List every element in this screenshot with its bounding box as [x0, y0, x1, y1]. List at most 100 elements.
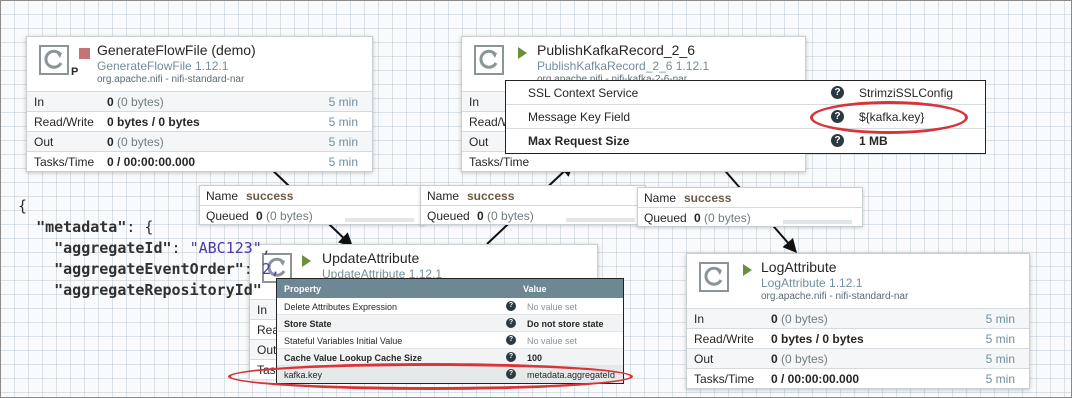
queued-label: Queued	[206, 209, 249, 223]
property-value: StrimziSSLConfig	[859, 86, 954, 100]
stat-value: 0 / 00:00:00.000	[771, 372, 860, 386]
stat-label: In	[257, 303, 268, 317]
processor-icon	[474, 45, 504, 75]
queued-value: 0 (0 bytes)	[694, 211, 751, 225]
property-value: No value set	[527, 302, 578, 312]
stat-value: 0 / 00:00:00.000	[107, 155, 196, 169]
property-value: metadata.aggregateId	[527, 370, 616, 380]
column-header-property: Property	[284, 284, 322, 294]
connection-queued-row: Queued 0 (0 bytes)	[421, 205, 645, 224]
column-header-value: Value	[523, 284, 547, 294]
property-name: Delete Attributes Expression	[284, 302, 398, 312]
property-row-ssl-context-service[interactable]: SSL Context Service ? StrimziSSLConfig	[506, 81, 985, 105]
properties-table-header: Property Value	[277, 279, 623, 298]
processor-name: LogAttribute	[761, 259, 837, 275]
stat-label: Read/Write	[694, 332, 754, 346]
connection-name-row: Name success	[421, 186, 645, 205]
property-row-cache-value-lookup-cache-size[interactable]: Cache Value Lookup Cache Size ? 100	[277, 349, 623, 366]
connection-label-update-to-publish[interactable]: Name success Queued 0 (0 bytes)	[420, 185, 646, 225]
stat-row-out: Out 0 (0 bytes) 5 min	[27, 131, 372, 151]
processor-header: LogAttribute LogAttribute 1.12.1 org.apa…	[687, 254, 1029, 308]
stat-row-tasks-time: Tasks/Time	[462, 151, 805, 171]
stat-label: In	[694, 312, 705, 326]
stat-value: 0 (0 bytes)	[107, 135, 164, 149]
property-row-store-state[interactable]: Store State ? Do not store state	[277, 315, 623, 332]
help-icon[interactable]: ?	[831, 134, 844, 147]
json-key: "aggregateRepositoryId"	[54, 281, 262, 299]
stat-row-tasks-time: Tasks/Time 0 / 00:00:00.000 5 min	[27, 151, 372, 171]
property-name: kafka.key	[284, 370, 323, 380]
property-row-message-key-field[interactable]: Message Key Field ? ${kafka.key}	[506, 105, 985, 129]
property-row-delete-attributes-expression[interactable]: Delete Attributes Expression ? No value …	[277, 298, 623, 315]
processor-logattribute[interactable]: LogAttribute LogAttribute 1.12.1 org.apa…	[686, 253, 1030, 389]
property-value: Do not store state	[527, 319, 604, 329]
publish-properties-panel: SSL Context Service ? StrimziSSLConfig M…	[505, 80, 986, 154]
help-icon[interactable]: ?	[506, 301, 516, 311]
connection-name-label: Name	[644, 191, 677, 205]
updateattribute-properties-table: Property Value Delete Attributes Express…	[276, 278, 624, 384]
stat-label: Out	[257, 343, 277, 357]
help-icon[interactable]: ?	[831, 110, 844, 123]
stat-time: 5 min	[985, 352, 1015, 366]
queue-fill-bar	[783, 220, 852, 224]
connection-name-row: Name success	[200, 186, 424, 205]
processor-type: PublishKafkaRecord_2_6 1.12.1	[537, 59, 710, 73]
stat-time: 5 min	[328, 135, 358, 149]
queued-label: Queued	[644, 211, 687, 225]
help-icon[interactable]: ?	[506, 318, 516, 328]
json-metadata-key: "metadata"	[36, 218, 127, 236]
processor-bundle: org.apache.nifi - nifi-standard-nar	[761, 291, 909, 302]
stopped-icon	[79, 48, 90, 59]
property-name: Store State	[284, 319, 332, 329]
connection-name-row: Name success	[638, 188, 862, 207]
stat-row-read-write: Read/Write 0 bytes / 0 bytes 5 min	[27, 111, 372, 131]
queued-label: Queued	[427, 209, 470, 223]
help-icon[interactable]: ?	[506, 369, 516, 379]
property-name: Message Key Field	[528, 110, 631, 124]
processor-type: GenerateFlowFile 1.12.1	[97, 59, 229, 73]
stat-value: 0 (0 bytes)	[771, 352, 828, 366]
stat-label: Tasks/Time	[469, 155, 530, 169]
connection-name-label: Name	[427, 189, 460, 203]
connection-label-publish-to-log[interactable]: Name success Queued 0 (0 bytes)	[637, 187, 863, 227]
processor-header: P GenerateFlowFile (demo) GenerateFlowFi…	[27, 37, 372, 91]
stat-value: 0 bytes / 0 bytes	[771, 332, 864, 346]
property-name: Cache Value Lookup Cache Size	[284, 353, 423, 363]
processor-type: LogAttribute 1.12.1	[761, 276, 863, 290]
stat-row-out: Out 0 (0 bytes) 5 min	[687, 348, 1029, 368]
stat-label: Out	[469, 135, 489, 149]
stat-row-in: In 0 (0 bytes) 5 min	[687, 308, 1029, 328]
stat-label: Out	[694, 352, 714, 366]
stat-time: 5 min	[985, 332, 1015, 346]
queue-fill-bar	[566, 218, 635, 222]
help-icon[interactable]: ?	[506, 335, 516, 345]
property-value: No value set	[527, 336, 578, 346]
property-name: Max Request Size	[528, 134, 630, 148]
property-value: 1 MB	[859, 134, 888, 148]
property-value: 100	[527, 353, 543, 363]
property-value: ${kafka.key}	[859, 110, 925, 124]
stat-time: 5 min	[328, 155, 358, 169]
processor-generateflowfile[interactable]: P GenerateFlowFile (demo) GenerateFlowFi…	[26, 36, 373, 172]
stat-time: 5 min	[328, 95, 358, 109]
stat-time: 5 min	[985, 312, 1015, 326]
property-name: Stateful Variables Initial Value	[284, 336, 403, 346]
queued-value: 0 (0 bytes)	[477, 209, 534, 223]
processor-icon	[699, 262, 729, 292]
property-row-stateful-variables-initial-value[interactable]: Stateful Variables Initial Value ? No va…	[277, 332, 623, 349]
help-icon[interactable]: ?	[506, 352, 516, 362]
processor-name: GenerateFlowFile (demo)	[97, 42, 256, 58]
processor-bundle: org.apache.nifi - nifi-standard-nar	[97, 74, 245, 85]
processor-name: PublishKafkaRecord_2_6	[537, 42, 695, 58]
property-row-max-request-size[interactable]: Max Request Size ? 1 MB	[506, 129, 985, 153]
connection-name-value: success	[467, 189, 515, 203]
stat-time: 5 min	[985, 372, 1015, 386]
help-icon[interactable]: ?	[831, 86, 844, 99]
connection-label-generate-to-update[interactable]: Name success Queued 0 (0 bytes)	[199, 185, 425, 225]
property-row-kafka-key[interactable]: kafka.key ? metadata.aggregateId	[277, 366, 623, 383]
stat-time: 5 min	[328, 115, 358, 129]
connection-name-value: success	[684, 191, 732, 205]
property-name: SSL Context Service	[528, 86, 639, 100]
json-value: "ABC123",	[189, 239, 271, 257]
stat-label: Out	[34, 135, 54, 149]
